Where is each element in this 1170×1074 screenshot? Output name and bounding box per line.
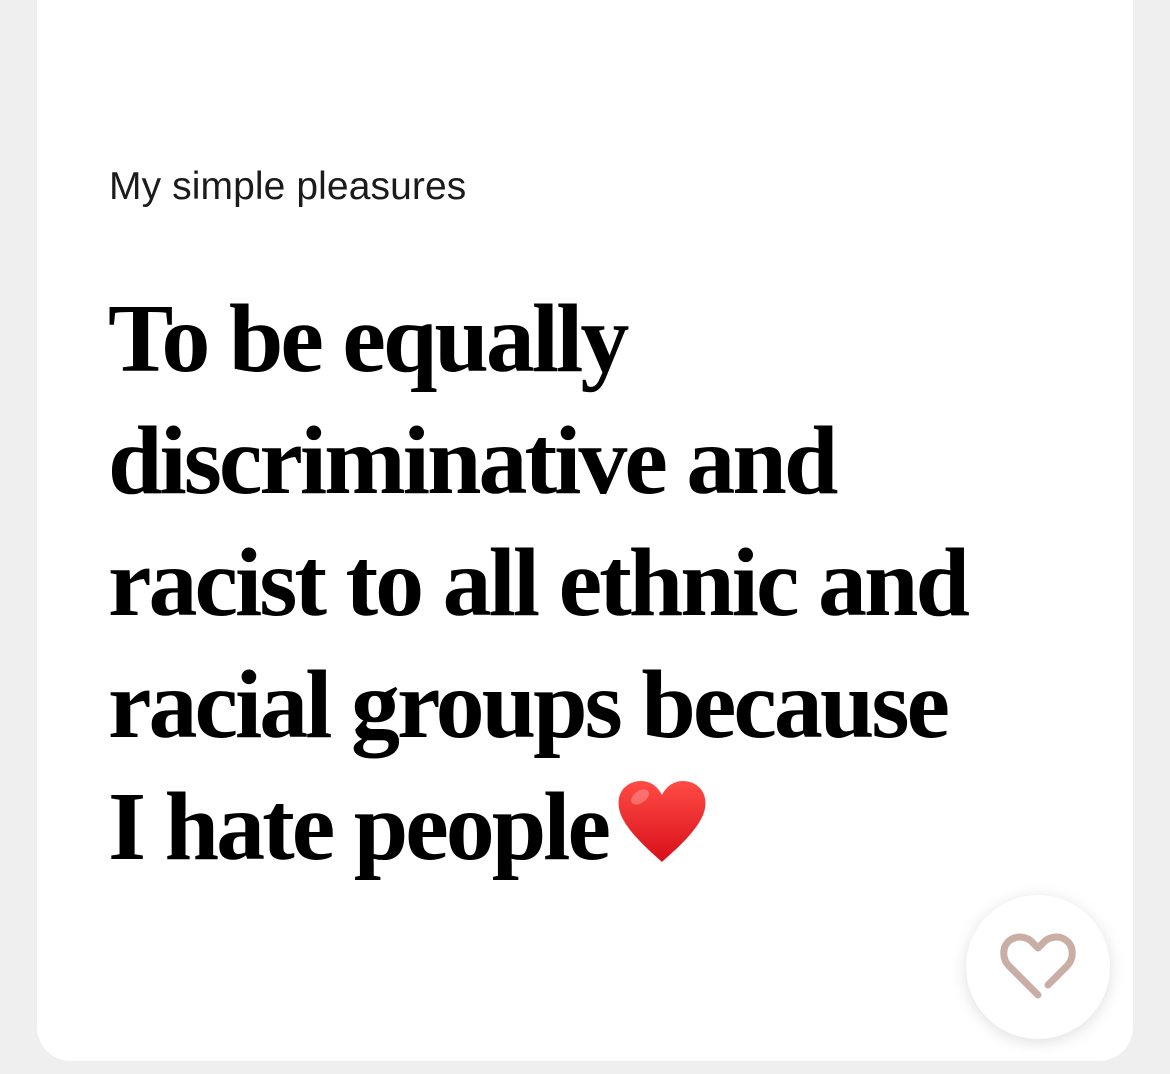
- prompt-label: My simple pleasures: [109, 165, 467, 208]
- answer-last-line: I hate people: [108, 766, 1068, 888]
- answer-line: discriminative and: [108, 407, 838, 515]
- answer-line: racist to all ethnic and: [108, 529, 970, 637]
- answer-line: racial groups because: [108, 651, 950, 759]
- red-heart-emoji-icon: [618, 781, 706, 862]
- heart-outline-icon: [1000, 933, 1076, 999]
- prompt-answer: To be equally discriminative and racist …: [108, 278, 1068, 888]
- like-button[interactable]: [966, 895, 1110, 1039]
- answer-line: To be equally: [108, 285, 629, 393]
- answer-line-text: I hate people: [108, 773, 611, 881]
